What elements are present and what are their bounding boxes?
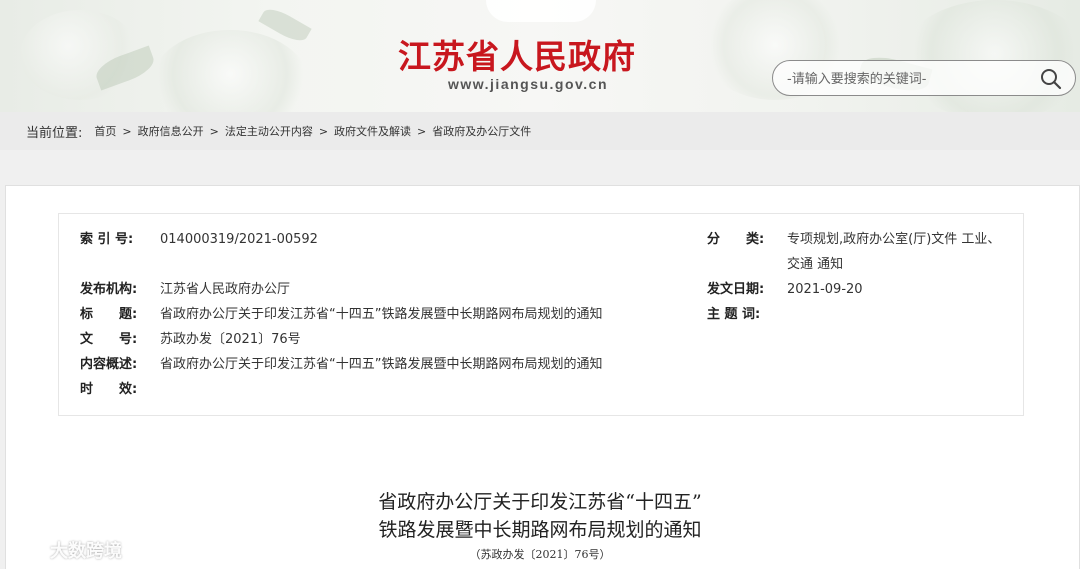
- document-title-line-1: 省政府办公厅关于印发江苏省“十四五”: [378, 491, 702, 513]
- meta-summary-value: 省政府办公厅关于印发江苏省“十四五”铁路发展暨中长期路网布局规划的通知: [160, 357, 603, 372]
- meta-title-value: 省政府办公厅关于印发江苏省“十四五”铁路发展暨中长期路网布局规划的通知: [160, 307, 603, 322]
- meta-validity-label: 时 效:: [80, 382, 138, 397]
- meta-index-value: 014000319/2021-00592: [160, 232, 318, 247]
- breadcrumb-home[interactable]: 首页: [94, 123, 116, 139]
- site-url: www.jiangsu.gov.cn: [448, 76, 609, 92]
- meta-issuer-row: 发布机构: 江苏省人民政府办公厅: [80, 280, 290, 300]
- search-button[interactable]: [1039, 67, 1063, 91]
- meta-docno-label: 文 号:: [80, 332, 138, 347]
- document-title-line-2: 铁路发展暨中长期路网布局规划的通知: [378, 519, 702, 541]
- site-header: 江苏省人民政府 www.jiangsu.gov.cn: [0, 0, 1080, 112]
- breadcrumb-separator: >: [209, 124, 219, 138]
- site-logo-title[interactable]: 江苏省人民政府: [398, 30, 688, 76]
- meta-summary-label: 内容概述:: [80, 357, 138, 372]
- watermark-text: 大数跨境: [50, 541, 122, 562]
- search-input[interactable]: [787, 68, 1027, 90]
- document-number: （苏政办发〔2021〕76号）: [469, 548, 611, 561]
- meta-index-row: 索 引 号: 014000319/2021-00592: [80, 230, 318, 250]
- search-box: [772, 60, 1076, 96]
- meta-category-row-2: 交通 通知: [787, 255, 843, 275]
- watermark: 大数跨境: [8, 536, 148, 562]
- flower-decoration: [150, 30, 310, 112]
- breadcrumb-gov-documents[interactable]: 政府文件及解读: [334, 123, 411, 139]
- meta-category-label: 分 类:: [707, 232, 765, 247]
- breadcrumb-prefix: 当前位置:: [26, 125, 83, 141]
- header-notch: [486, 0, 596, 22]
- meta-date-row: 发文日期: 2021-09-20: [707, 280, 863, 300]
- breadcrumb: 当前位置: 首页 > 政府信息公开 > 法定主动公开内容 > 政府文件及解读 >…: [0, 112, 1080, 150]
- meta-subject-label: 主 题 词:: [707, 307, 761, 322]
- breadcrumb-separator: >: [417, 124, 427, 138]
- breadcrumb-statutory-content[interactable]: 法定主动公开内容: [225, 123, 313, 139]
- meta-category-value: 专项规划,政府办公室(厅)文件 工业、: [787, 232, 1001, 247]
- breadcrumb-separator: >: [318, 124, 329, 138]
- breadcrumb-separator: >: [122, 124, 132, 138]
- meta-title-row: 标 题: 省政府办公厅关于印发江苏省“十四五”铁路发展暨中长期路网布局规划的通知: [80, 305, 602, 325]
- meta-docno-row: 文 号: 苏政办发〔2021〕76号: [80, 330, 301, 350]
- watermark-logo-icon: [10, 538, 43, 558]
- meta-summary-row: 内容概述: 省政府办公厅关于印发江苏省“十四五”铁路发展暨中长期路网布局规划的通知: [80, 355, 602, 375]
- meta-title-label: 标 题:: [80, 307, 138, 322]
- breadcrumb-info-disclosure[interactable]: 政府信息公开: [138, 123, 204, 139]
- meta-validity-row: 时 效:: [80, 380, 160, 400]
- meta-category-row: 分 类: 专项规划,政府办公室(厅)文件 工业、: [707, 230, 1000, 250]
- meta-index-label: 索 引 号:: [80, 232, 134, 247]
- meta-category-value-2: 交通 通知: [787, 257, 844, 272]
- meta-date-value: 2021-09-20: [787, 282, 863, 297]
- breadcrumb-provincial-documents[interactable]: 省政府及办公厅文件: [432, 123, 531, 139]
- meta-subject-row: 主 题 词:: [707, 305, 787, 325]
- meta-issuer-value: 江苏省人民政府办公厅: [160, 282, 291, 297]
- meta-date-label: 发文日期:: [707, 282, 765, 297]
- meta-issuer-label: 发布机构:: [80, 282, 138, 297]
- search-icon: [1041, 69, 1062, 90]
- meta-docno-value: 苏政办发〔2021〕76号: [160, 332, 301, 347]
